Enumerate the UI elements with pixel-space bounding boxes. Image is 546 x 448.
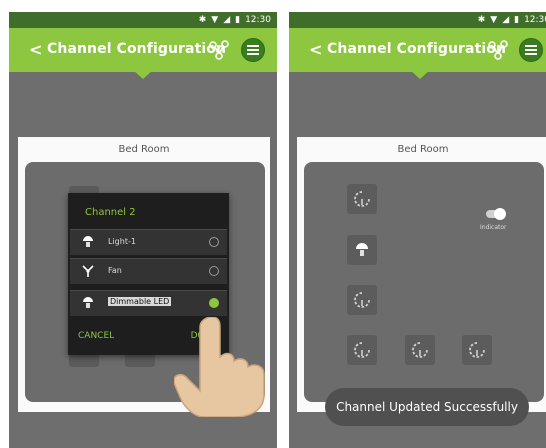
fan-icon <box>82 265 94 277</box>
cancel-button[interactable]: CANCEL <box>78 331 114 341</box>
signal-icon: ◢ <box>502 15 510 25</box>
option-label: Fan <box>108 266 122 275</box>
option-dimmable-led[interactable]: Dimmable LED <box>70 290 227 316</box>
radio-button[interactable] <box>209 266 219 276</box>
indicator-label: Indicator <box>480 224 507 231</box>
bluetooth-icon: ✱ <box>198 15 207 25</box>
dim-bulb-icon <box>412 342 428 358</box>
page-title: Channel Configuration <box>47 41 227 57</box>
phone-screen-left: ✱ ▼ ◢ ▮ 12:30 < Channel Configuration Be… <box>9 12 277 448</box>
option-fan[interactable]: Fan <box>70 258 227 284</box>
wifi-icon: ▼ <box>211 15 219 25</box>
back-button[interactable]: < <box>309 40 322 59</box>
dialog-title: Channel 2 <box>85 207 136 218</box>
room-card: Bed Room Indicator <box>297 137 546 412</box>
battery-icon: ▮ <box>514 15 520 25</box>
radio-button-selected[interactable] <box>209 298 219 308</box>
app-bar: < Channel Configuration <box>289 28 546 72</box>
channel-tile[interactable] <box>347 335 377 365</box>
wifi-icon: ▼ <box>490 15 498 25</box>
option-light-1[interactable]: Light-1 <box>70 229 227 255</box>
status-bar: ✱ ▼ ◢ ▮ 12:30 <box>289 12 546 28</box>
share-network-icon[interactable] <box>487 39 509 61</box>
channel-tile[interactable] <box>347 235 377 265</box>
room-title: Bed Room <box>397 144 449 155</box>
appbar-pointer <box>133 70 153 79</box>
status-time: 12:30 <box>245 15 271 25</box>
back-button[interactable]: < <box>29 40 42 59</box>
pointing-hand-icon <box>174 317 265 417</box>
channel-tile[interactable] <box>347 184 377 214</box>
dim-bulb-icon <box>354 191 370 207</box>
radio-button[interactable] <box>209 237 219 247</box>
signal-icon: ◢ <box>223 15 231 25</box>
dim-bulb-icon <box>354 292 370 308</box>
room-title: Bed Room <box>118 144 170 155</box>
status-bar: ✱ ▼ ◢ ▮ 12:30 <box>9 12 277 28</box>
hamburger-menu-icon[interactable] <box>519 38 543 62</box>
channel-tile[interactable] <box>347 285 377 315</box>
hamburger-menu-icon[interactable] <box>241 38 265 62</box>
option-label: Dimmable LED <box>108 297 172 306</box>
bulb-icon <box>356 243 368 256</box>
bluetooth-icon: ✱ <box>477 15 486 25</box>
battery-icon: ▮ <box>235 15 241 25</box>
channel-tile[interactable] <box>405 335 435 365</box>
indicator-toggle[interactable] <box>486 208 506 220</box>
status-time: 12:30 <box>524 15 546 25</box>
dim-bulb-icon <box>469 342 485 358</box>
room-panel: Indicator <box>304 162 544 402</box>
phone-screen-right: ✱ ▼ ◢ ▮ 12:30 < Channel Configuration Be… <box>289 12 546 448</box>
bulb-icon <box>83 236 93 247</box>
page-title: Channel Configuration <box>327 41 507 57</box>
dim-bulb-icon <box>354 342 370 358</box>
toast-message: Channel Updated Successfully <box>325 388 529 426</box>
share-network-icon[interactable] <box>208 39 230 61</box>
option-label: Light-1 <box>108 237 136 246</box>
appbar-pointer <box>410 70 430 79</box>
app-bar: < Channel Configuration <box>9 28 277 72</box>
toggle-knob <box>494 208 506 220</box>
dim-bulb-icon <box>83 297 93 308</box>
channel-tile[interactable] <box>462 335 492 365</box>
